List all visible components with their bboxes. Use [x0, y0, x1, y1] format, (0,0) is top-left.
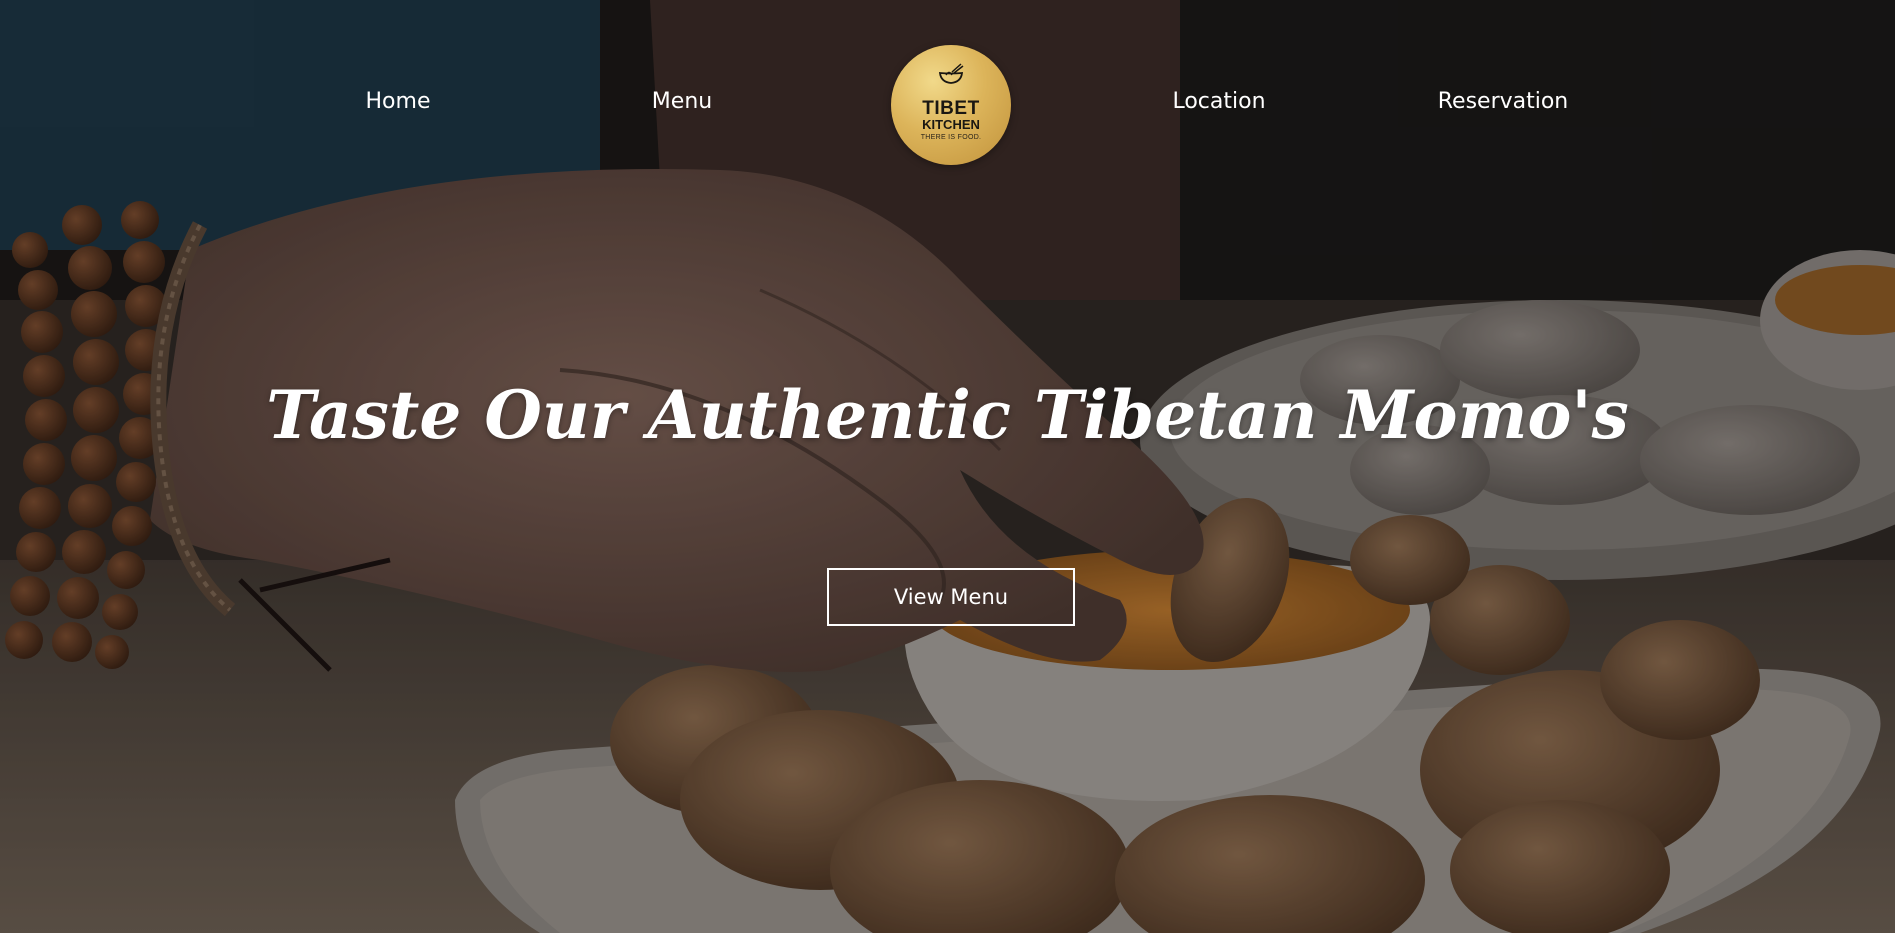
tibet-kitchen-logo[interactable]: TIBET KITCHEN THERE IS FOOD.: [891, 45, 1011, 165]
logo-title: TIBET: [922, 98, 980, 119]
logo-subtitle: KITCHEN: [922, 117, 980, 132]
nav-location-link[interactable]: Location: [1172, 89, 1265, 114]
hero-section: Home Menu TIBET KITCHEN THERE IS FOOD. L…: [0, 0, 1895, 933]
hero-headline: Taste Our Authentic Tibetan Momo's: [266, 376, 1629, 454]
nav-reservation-link[interactable]: Reservation: [1438, 89, 1569, 114]
main-navigation: Home Menu TIBET KITCHEN THERE IS FOOD. L…: [0, 0, 1895, 210]
noodle-bowl-icon: [938, 63, 964, 84]
nav-menu-link[interactable]: Menu: [652, 89, 712, 114]
nav-home-link[interactable]: Home: [366, 89, 431, 114]
view-menu-button[interactable]: View Menu: [827, 568, 1075, 626]
logo-tagline: THERE IS FOOD.: [920, 134, 982, 141]
